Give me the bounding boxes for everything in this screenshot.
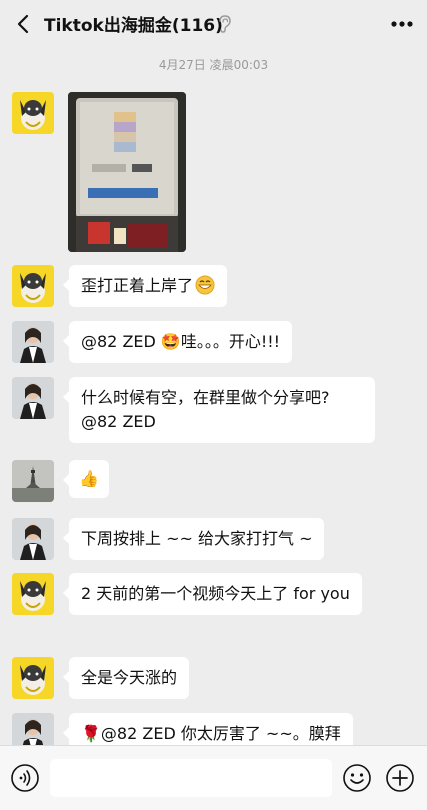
- message-bubble[interactable]: 🌹@82 ZED 你太厉害了 ~~。膜拜: [63, 713, 353, 745]
- message-bubble[interactable]: 👍: [63, 460, 109, 498]
- message-text: 🌹@82 ZED 你太厉害了 ~~。膜拜: [81, 724, 341, 743]
- message-text: @82 ZED 🤩哇。。。开心!!!: [81, 332, 281, 351]
- message-row: 全是今天涨的: [12, 657, 190, 699]
- chevron-left-icon[interactable]: [12, 12, 36, 36]
- avatar[interactable]: [12, 573, 54, 615]
- message-text: 歪打正着上岸了: [81, 276, 194, 295]
- chat-title: Tiktok出海掘金(116): [44, 16, 223, 36]
- message-bubble[interactable]: 全是今天涨的: [62, 657, 190, 699]
- more-dots-icon[interactable]: [389, 12, 415, 36]
- message-row: [12, 92, 186, 252]
- message-row: 下周按排上 ~~ 给大家打打气 ~: [12, 518, 325, 560]
- message-bubble[interactable]: @82 ZED 🤩哇。。。开心!!!: [62, 321, 293, 363]
- message-row: 什么时候有空，在群里做个分享吧?@82 ZED: [12, 377, 375, 443]
- avatar[interactable]: [12, 657, 54, 699]
- voice-icon[interactable]: [10, 763, 40, 793]
- avatar[interactable]: [12, 377, 54, 419]
- avatar[interactable]: [12, 92, 54, 134]
- message-row: 歪打正着上岸了: [12, 265, 228, 307]
- avatar[interactable]: [12, 460, 54, 502]
- message-row: 👍: [12, 460, 109, 502]
- avatar[interactable]: [12, 518, 54, 560]
- avatar[interactable]: [12, 265, 54, 307]
- message-bubble[interactable]: 2 天前的第一个视频今天上了 for you: [63, 573, 362, 615]
- chat-header: Tiktok出海掘金(116): [0, 0, 427, 48]
- message-bubble[interactable]: 下周按排上 ~~ 给大家打打气 ~: [62, 518, 325, 560]
- message-text: 下周按排上 ~~ 给大家打打气 ~: [81, 529, 313, 548]
- input-bar: [0, 745, 427, 810]
- message-row: @82 ZED 🤩哇。。。开心!!!: [12, 321, 293, 363]
- grin-emoji-icon: [195, 275, 215, 295]
- message-input[interactable]: [50, 759, 332, 797]
- message-row: 2 天前的第一个视频今天上了 for you: [12, 573, 362, 615]
- message-text: 什么时候有空，在群里做个分享吧?@82 ZED: [81, 388, 330, 431]
- avatar[interactable]: [12, 321, 54, 363]
- message-text: 全是今天涨的: [81, 668, 178, 687]
- message-bubble[interactable]: 歪打正着上岸了: [62, 265, 228, 307]
- message-text: 2 天前的第一个视频今天上了 for you: [81, 584, 350, 603]
- shared-image[interactable]: [68, 92, 186, 252]
- chat-area[interactable]: 4月27日 凌晨00:03 歪打正着上岸了 @82 ZED 🤩哇。。。开心!!!…: [0, 0, 427, 745]
- avatar[interactable]: [12, 713, 54, 745]
- message-row: 🌹@82 ZED 你太厉害了 ~~。膜拜: [12, 713, 353, 745]
- ear-icon: [219, 15, 231, 33]
- emoji-icon[interactable]: [342, 763, 372, 793]
- message-text: 👍: [79, 469, 99, 488]
- timestamp: 4月27日 凌晨00:03: [158, 58, 269, 72]
- message-bubble[interactable]: 什么时候有空，在群里做个分享吧?@82 ZED: [63, 377, 375, 443]
- plus-icon[interactable]: [385, 763, 415, 793]
